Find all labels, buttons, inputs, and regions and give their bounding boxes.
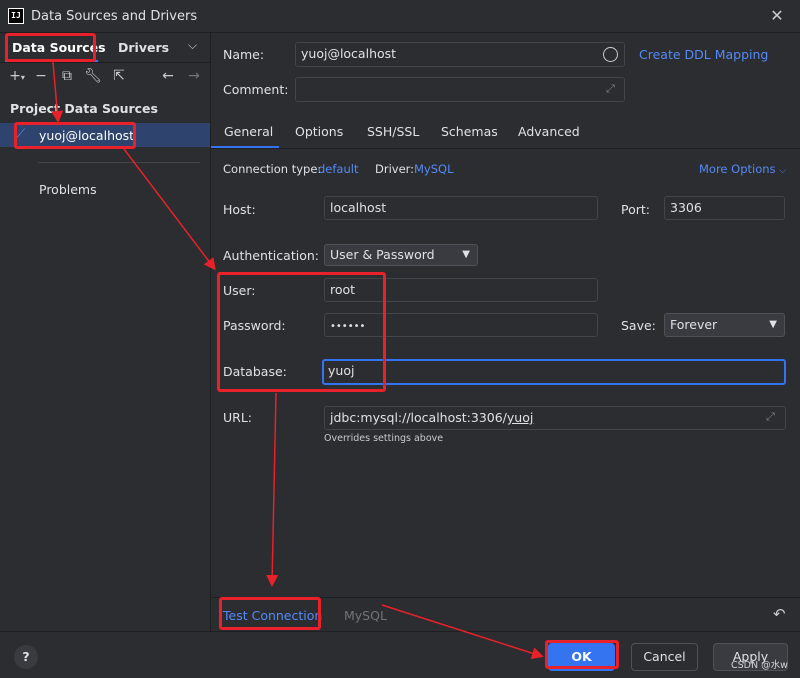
expand-icon[interactable]: ⤢ [606,82,615,96]
port-value: 3306 [670,200,702,215]
port-input[interactable]: 3306 [664,196,785,220]
window-title: Data Sources and Drivers [31,9,198,24]
back-arrow-icon[interactable]: ← [158,66,178,86]
tab-drivers[interactable]: Drivers [118,40,169,55]
tab-schemas[interactable]: Schemas [441,124,498,139]
save-value: Forever [670,317,718,332]
annotation-box-test-connection [219,597,321,630]
divider [211,148,800,149]
annotation-box-data-sources [5,33,96,62]
more-options-label: More Options [699,162,776,176]
annotation-box-credentials [217,272,386,392]
url-label: URL: [223,410,253,425]
connection-type-link[interactable]: default [318,162,358,176]
authentication-value: User & Password [330,247,435,262]
undo-icon[interactable]: ↶ [773,605,786,623]
tab-general[interactable]: General [224,124,273,139]
name-label: Name: [223,47,265,62]
url-hint: Overrides settings above [324,433,444,444]
url-input[interactable]: jdbc:mysql://localhost:3306/yuoj [324,406,786,430]
comment-label: Comment: [223,82,289,97]
name-input[interactable]: yuoj@localhost [295,42,625,67]
remove-icon[interactable]: − [31,66,51,86]
authentication-label: Authentication: [223,248,319,263]
circle-status-icon[interactable] [603,47,618,62]
subtab-active-indicator [211,146,279,148]
host-value: localhost [330,200,387,215]
expand-icon[interactable]: ⤢ [766,410,775,424]
divider [0,62,211,63]
section-header-project-data-sources: Project Data Sources [10,101,158,116]
annotation-box-selected-source [14,122,136,149]
url-database: yuoj [506,410,534,425]
annotation-arrow [266,392,279,587]
authentication-select[interactable]: User & Password ▼ [324,244,478,266]
chevron-down-icon[interactable]: ⌵ [188,38,197,53]
add-icon[interactable]: +▾ [7,66,27,86]
port-label: Port: [621,202,650,217]
annotation-box-ok [545,640,619,669]
intellij-app-icon: IJ [8,8,24,24]
problems-item[interactable]: Problems [39,182,97,197]
connection-type-label: Connection type: [223,162,322,176]
help-button[interactable]: ? [14,645,38,669]
forward-arrow-icon[interactable]: → [184,66,204,86]
chevron-down-icon: ⌵ [779,166,787,176]
open-external-icon[interactable]: ⇱ [109,66,129,86]
name-value: yuoj@localhost [301,46,397,61]
divider [38,162,200,163]
dropdown-arrow-icon: ▼ [462,249,470,260]
driver-mysql-label[interactable]: MySQL [344,608,387,623]
url-prefix: jdbc:mysql://localhost:3306/ [330,410,507,425]
comment-input[interactable] [295,77,625,102]
database-input[interactable]: yuoj [322,359,786,385]
wrench-icon[interactable]: 🔧︎ [83,66,103,86]
tab-advanced[interactable]: Advanced [518,124,580,139]
host-input[interactable]: localhost [324,196,598,220]
driver-link[interactable]: MySQL [414,162,454,176]
cancel-button[interactable]: Cancel [631,643,698,671]
close-icon[interactable]: ✕ [766,5,788,27]
watermark: CSDN @水w [731,660,788,671]
save-select[interactable]: Forever ▼ [664,313,785,337]
host-label: Host: [223,202,256,217]
tab-options[interactable]: Options [295,124,343,139]
driver-label: Driver: [375,162,415,176]
create-ddl-mapping-link[interactable]: Create DDL Mapping [639,47,768,62]
copy-icon[interactable]: ⧉ [57,66,77,86]
tab-ssh-ssl[interactable]: SSH/SSL [367,124,419,139]
dropdown-arrow-icon: ▼ [769,319,777,330]
more-options-link[interactable]: More Options ⌵ [699,162,786,176]
save-label: Save: [621,318,656,333]
